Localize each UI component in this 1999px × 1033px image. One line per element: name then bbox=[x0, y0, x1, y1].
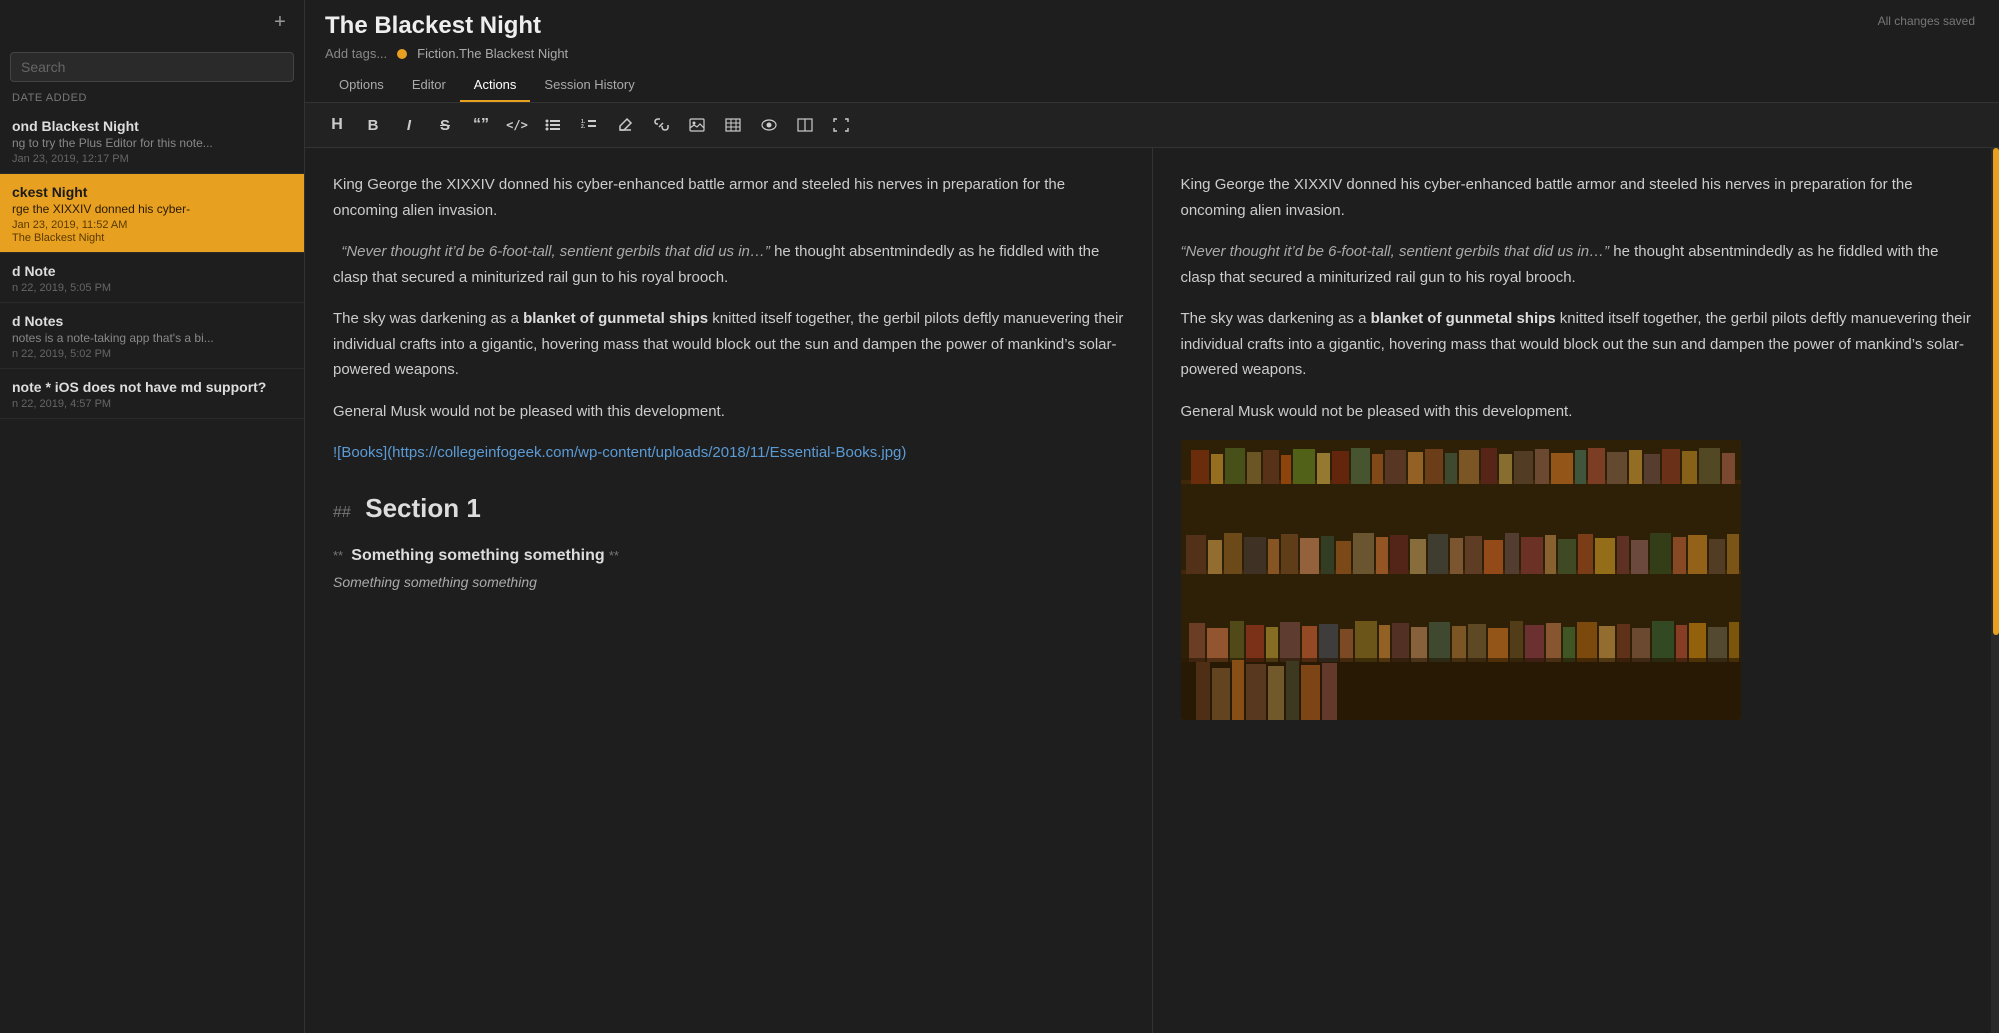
main-editor: All changes saved The Blackest Night Add… bbox=[305, 0, 1999, 1033]
highlight-button[interactable] bbox=[609, 111, 641, 139]
preview-bold-ships: blanket of gunmetal ships bbox=[1371, 310, 1556, 327]
image-link: ![Books](https://collegeinfogeek.com/wp-… bbox=[333, 440, 1124, 466]
editor-toolbar: HBIS“”</> 1.2. bbox=[305, 103, 1999, 148]
bold-ships: blanket of gunmetal ships bbox=[523, 310, 708, 327]
note-title: ckest Night bbox=[12, 184, 292, 200]
note-item[interactable]: d Notes notes is a note-taking app that'… bbox=[0, 303, 304, 369]
subheading-marker: ** bbox=[333, 548, 343, 563]
tab-actions[interactable]: Actions bbox=[460, 69, 531, 102]
paragraph-1: King George the XIXXIV donned his cyber-… bbox=[333, 172, 1124, 223]
note-date: n 22, 2019, 4:57 PM bbox=[12, 398, 292, 410]
section-marker: ## bbox=[333, 504, 351, 521]
sort-label: Date Added bbox=[0, 86, 304, 108]
subheading-block: ** Something something something ** Some… bbox=[333, 542, 1124, 595]
books-image bbox=[1181, 440, 1741, 720]
note-item[interactable]: d Note n 22, 2019, 5:05 PM bbox=[0, 253, 304, 303]
note-preview: rge the XIXXIV donned his cyber- bbox=[12, 202, 292, 216]
svg-text:2.: 2. bbox=[581, 124, 586, 130]
search-input[interactable] bbox=[10, 52, 294, 82]
subheading-marker-end: ** bbox=[609, 548, 619, 563]
note-title: ond Blackest Night bbox=[12, 118, 292, 134]
editor-writing-pane[interactable]: King George the XIXXIV donned his cyber-… bbox=[305, 148, 1153, 1033]
preview-quote-text: “Never thought it’d be 6-foot-tall, sent… bbox=[1181, 243, 1610, 260]
scrollbar-track[interactable] bbox=[1991, 148, 1999, 1033]
note-title: note * iOS does not have md support? bbox=[12, 379, 292, 395]
add-note-button[interactable]: + bbox=[266, 8, 294, 36]
subheading-italic: Something something something bbox=[333, 571, 1124, 595]
section-heading-text: Section 1 bbox=[365, 493, 481, 523]
note-date: n 22, 2019, 5:02 PM bbox=[12, 348, 292, 360]
tab-options[interactable]: Options bbox=[325, 69, 398, 102]
quote-button[interactable]: “” bbox=[465, 111, 497, 139]
note-date: Jan 23, 2019, 11:52 AM bbox=[12, 219, 292, 231]
editor-tabs: OptionsEditorActionsSession History bbox=[325, 69, 1979, 102]
editor-tags-row: Add tags... Fiction.The Blackest Night bbox=[325, 46, 1979, 61]
tab-editor[interactable]: Editor bbox=[398, 69, 460, 102]
image-markdown-link[interactable]: ![Books](https://collegeinfogeek.com/wp-… bbox=[333, 444, 906, 461]
sidebar-header: + bbox=[0, 0, 304, 44]
save-status: All changes saved bbox=[1878, 14, 1975, 28]
tag-dot-icon bbox=[397, 49, 407, 59]
ul-button[interactable] bbox=[537, 111, 569, 139]
note-item[interactable]: ond Blackest Night ng to try the Plus Ed… bbox=[0, 108, 304, 174]
preview-para-1: King George the XIXXIV donned his cyber-… bbox=[1181, 172, 1972, 223]
note-item[interactable]: ckest Night rge the XIXXIV donned his cy… bbox=[0, 174, 304, 253]
image-button[interactable] bbox=[681, 111, 713, 139]
preview-para-4: General Musk would not be pleased with t… bbox=[1181, 399, 1972, 425]
split-button[interactable] bbox=[789, 111, 821, 139]
preview-button[interactable] bbox=[753, 111, 785, 139]
editor-body: King George the XIXXIV donned his cyber-… bbox=[305, 148, 1999, 1033]
note-preview: ng to try the Plus Editor for this note.… bbox=[12, 136, 292, 150]
paragraph-2: “Never thought it’d be 6-foot-tall, sent… bbox=[333, 239, 1124, 290]
editor-header: The Blackest Night Add tags... Fiction.T… bbox=[305, 0, 1999, 103]
fullscreen-button[interactable] bbox=[825, 111, 857, 139]
italic-button[interactable]: I bbox=[393, 111, 425, 139]
preview-para3-prefix: The sky was darkening as a bbox=[1181, 310, 1371, 327]
preview-para-3: The sky was darkening as a blanket of gu… bbox=[1181, 306, 1972, 383]
note-date: Jan 23, 2019, 12:17 PM bbox=[12, 153, 292, 165]
scrollbar-thumb[interactable] bbox=[1993, 148, 1999, 635]
note-preview: notes is a note-taking app that's a bi..… bbox=[12, 331, 292, 345]
link-button[interactable] bbox=[645, 111, 677, 139]
note-title: d Notes bbox=[12, 313, 292, 329]
preview-para-2: “Never thought it’d be 6-foot-tall, sent… bbox=[1181, 239, 1972, 290]
note-title: d Note bbox=[12, 263, 292, 279]
paragraph-3: The sky was darkening as a blanket of gu… bbox=[333, 306, 1124, 383]
tab-session_history[interactable]: Session History bbox=[530, 69, 648, 102]
table-button[interactable] bbox=[717, 111, 749, 139]
sidebar: + Date Added ond Blackest Night ng to tr… bbox=[0, 0, 305, 1033]
bold-button[interactable]: B bbox=[357, 111, 389, 139]
heading-button[interactable]: H bbox=[321, 111, 353, 139]
add-tags-button[interactable]: Add tags... bbox=[325, 46, 387, 61]
editor-title: The Blackest Night bbox=[325, 12, 1979, 40]
sidebar-search-container bbox=[0, 44, 304, 86]
strikethrough-button[interactable]: S bbox=[429, 111, 461, 139]
tag-label: Fiction.The Blackest Night bbox=[417, 46, 568, 61]
section-heading: ## Section 1 bbox=[333, 486, 1124, 530]
editor-preview-pane: King George the XIXXIV donned his cyber-… bbox=[1153, 148, 1999, 1033]
subheading-text: Something something something bbox=[351, 547, 604, 564]
note-tag: The Blackest Night bbox=[12, 232, 292, 244]
quote-text: “Never thought it’d be 6-foot-tall, sent… bbox=[341, 243, 770, 260]
ol-button[interactable]: 1.2. bbox=[573, 111, 605, 139]
code-button[interactable]: </> bbox=[501, 111, 533, 139]
paragraph-4: General Musk would not be pleased with t… bbox=[333, 399, 1124, 425]
note-item[interactable]: note * iOS does not have md support? n 2… bbox=[0, 369, 304, 419]
para3-prefix: The sky was darkening as a bbox=[333, 310, 523, 327]
note-list: ond Blackest Night ng to try the Plus Ed… bbox=[0, 108, 304, 1033]
note-date: n 22, 2019, 5:05 PM bbox=[12, 282, 292, 294]
